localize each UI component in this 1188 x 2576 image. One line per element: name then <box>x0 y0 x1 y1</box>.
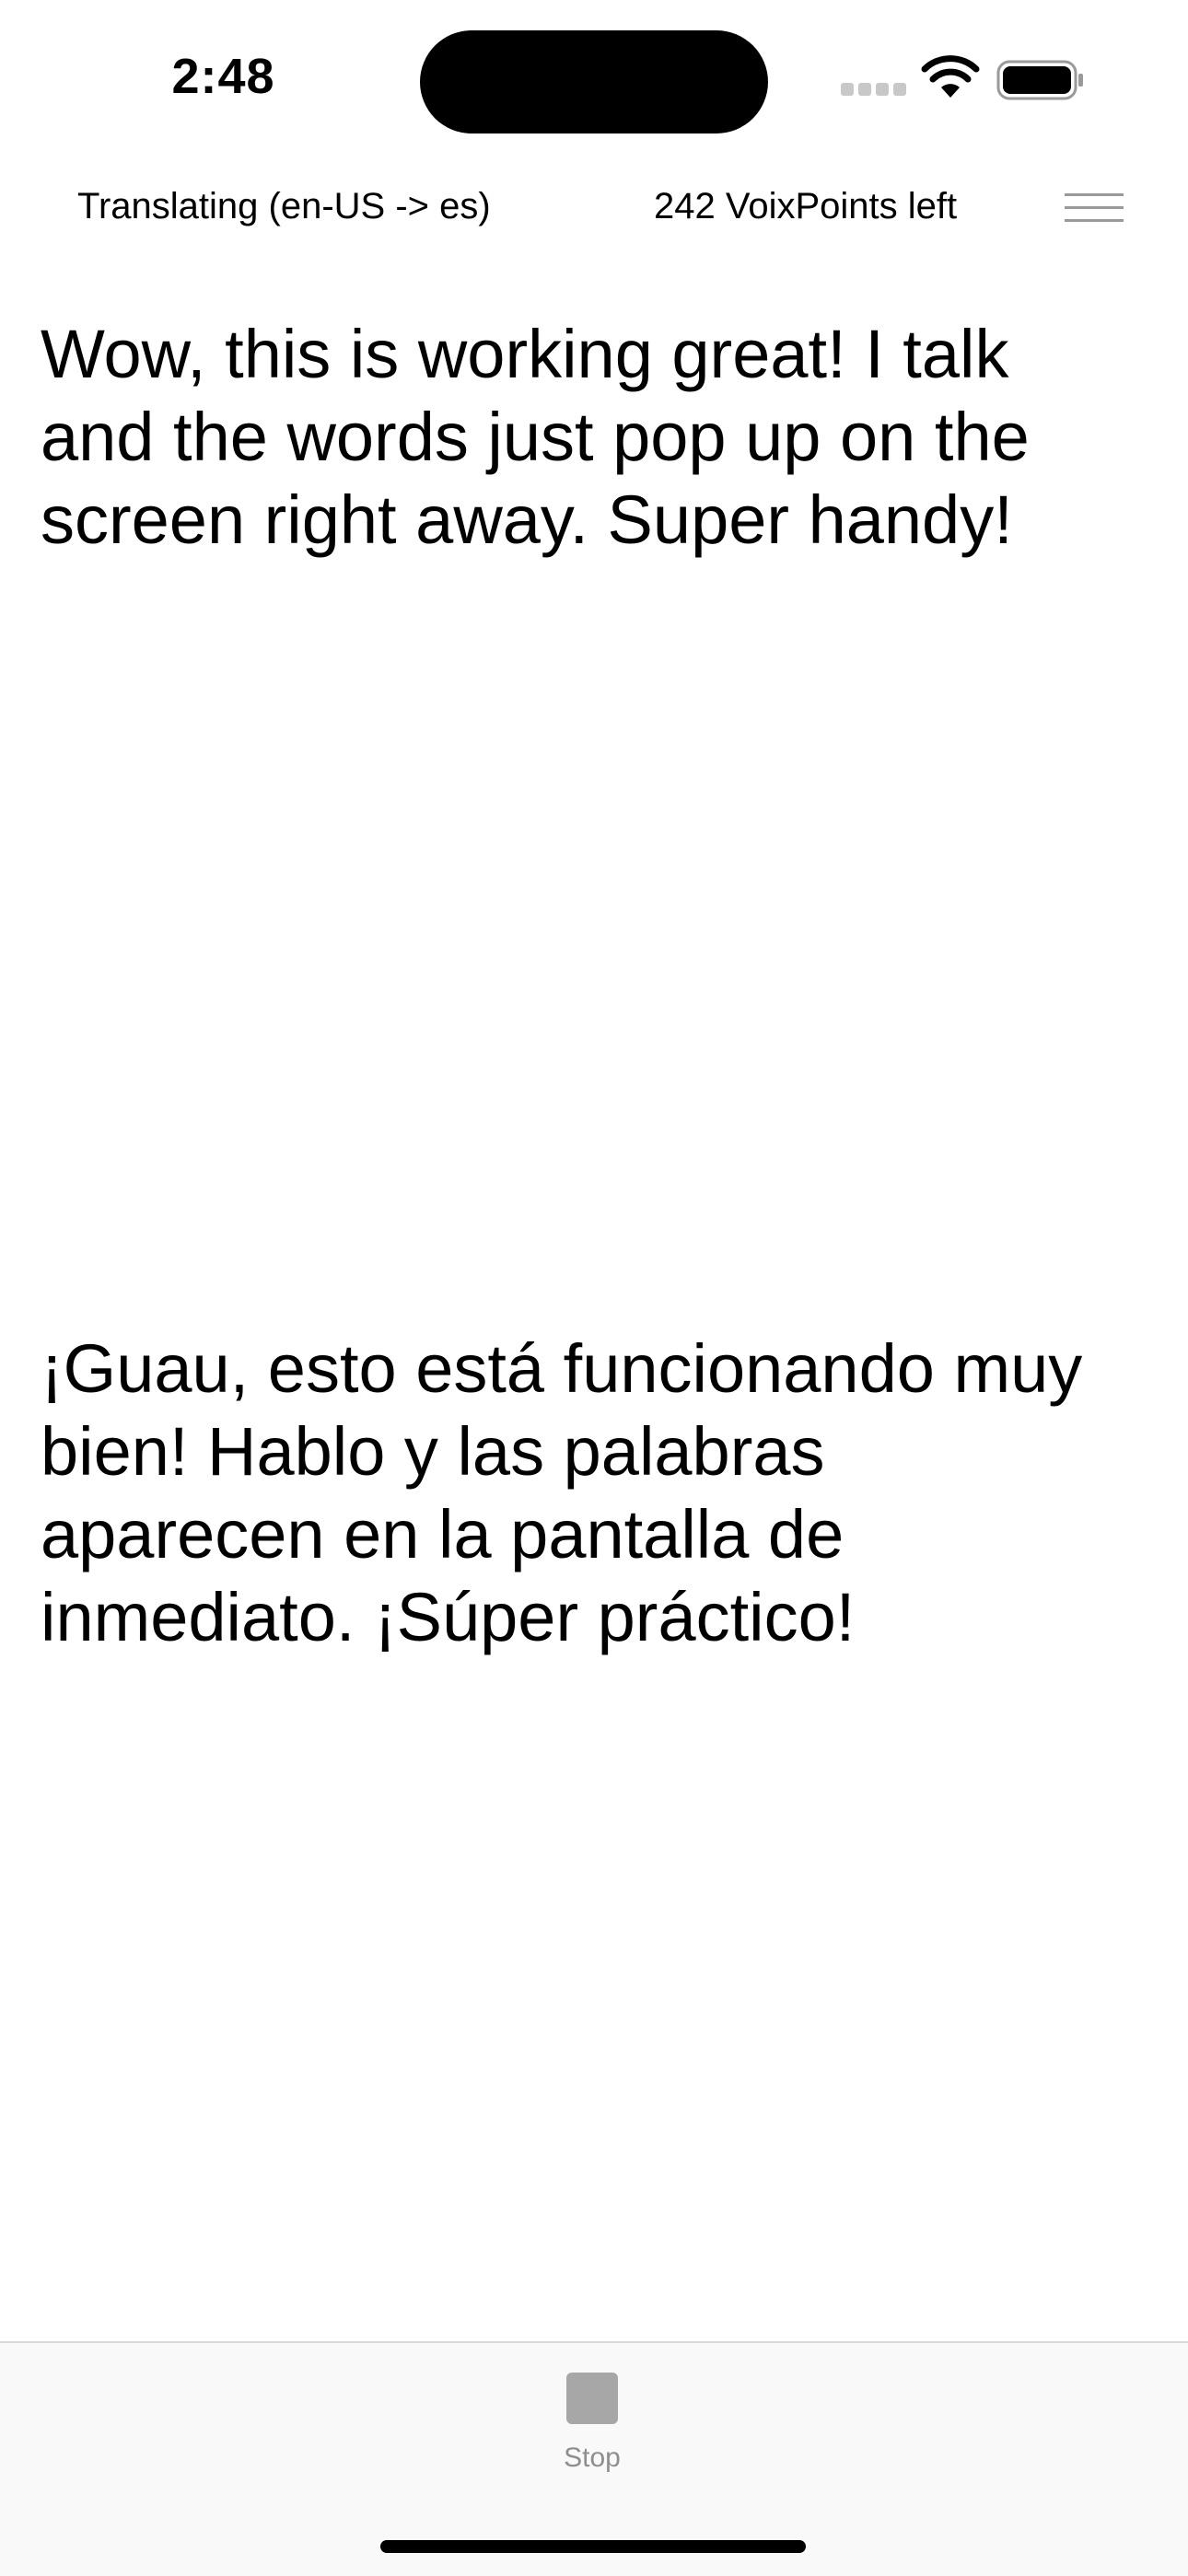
translated-transcript: ¡Guau, esto está funcionando muy bien! H… <box>41 1330 1083 1655</box>
wifi-icon <box>921 55 980 98</box>
status-bar: 2:48 <box>0 0 1188 157</box>
battery-icon <box>996 60 1083 100</box>
app-header: Translating (en-US -> es) 242 VoixPoints… <box>0 175 1188 239</box>
stop-button[interactable]: Stop <box>530 2363 658 2501</box>
stop-label: Stop <box>564 2443 621 2473</box>
stop-icon <box>566 2373 618 2424</box>
source-transcript: Wow, this is working great! I talk and t… <box>41 316 1030 558</box>
cellular-signal-icon <box>841 83 906 98</box>
voixpoints-balance: 242 VoixPoints left <box>654 186 958 226</box>
home-indicator[interactable] <box>380 2540 806 2553</box>
dynamic-island <box>420 30 768 133</box>
bottom-toolbar: Stop <box>0 2341 1188 2576</box>
status-time: 2:48 <box>171 49 275 104</box>
hamburger-menu-icon[interactable] <box>1057 186 1124 230</box>
translation-mode-label: Translating (en-US -> es) <box>77 186 491 226</box>
